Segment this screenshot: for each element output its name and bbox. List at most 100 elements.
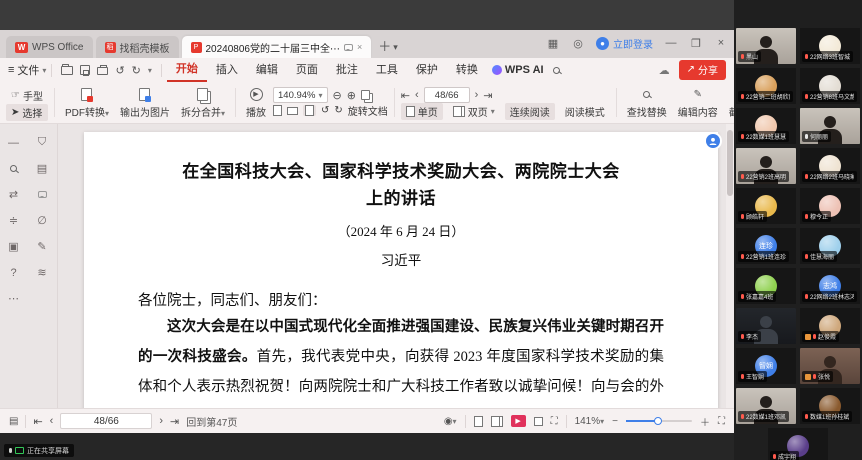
menu-tab-保护[interactable]: 保护 bbox=[407, 60, 447, 81]
fit-width-icon[interactable] bbox=[287, 107, 298, 115]
search-icon[interactable] bbox=[10, 165, 17, 172]
participant-tile[interactable]: 22营销二班胡欣雨 bbox=[736, 68, 796, 104]
participant-tile[interactable]: 佳慧海丽 bbox=[800, 228, 860, 264]
single-page-button[interactable]: 单页 bbox=[401, 103, 443, 120]
participant-tile[interactable]: 数媒1班孙桂斌 bbox=[800, 388, 860, 424]
participant-tile[interactable]: 22营销2班高明 bbox=[736, 148, 796, 184]
prev-page-icon[interactable]: ‹ bbox=[415, 89, 419, 101]
fit-page-view-icon[interactable] bbox=[534, 417, 543, 426]
screenshot-compare-button[interactable]: 截图对比 bbox=[725, 84, 734, 121]
tab-wps-office[interactable]: W WPS Office bbox=[6, 36, 93, 58]
split-merge-button[interactable]: 拆分合并▾ bbox=[177, 84, 229, 121]
restore-button[interactable]: ❐ bbox=[689, 37, 703, 50]
comment-icon[interactable] bbox=[344, 44, 353, 51]
page-number-input[interactable]: 48/66 bbox=[424, 87, 470, 103]
prev-page-icon[interactable]: ‹ bbox=[50, 415, 54, 427]
fullscreen-icon[interactable]: ⛶ bbox=[718, 416, 725, 427]
last-page-icon[interactable]: ⇥ bbox=[170, 415, 179, 428]
save-icon[interactable] bbox=[80, 65, 90, 75]
undo-icon[interactable]: ↺ bbox=[115, 64, 124, 77]
more-icon[interactable]: ⋯ bbox=[8, 292, 19, 305]
actual-size-button[interactable] bbox=[303, 105, 316, 116]
zoom-out-icon[interactable]: ⊖ bbox=[333, 89, 342, 102]
zoom-in-icon[interactable]: ⊕ bbox=[347, 89, 356, 102]
edit-content-button[interactable]: ✎编辑内容 bbox=[674, 84, 722, 121]
participant-tile[interactable]: 成宇翔 bbox=[768, 428, 828, 460]
open-icon[interactable] bbox=[61, 66, 73, 75]
find-replace-button[interactable]: 查找替换 bbox=[623, 84, 671, 121]
redo-icon[interactable]: ↻ bbox=[132, 64, 141, 77]
menu-wps-ai[interactable]: WPS AI bbox=[492, 64, 544, 76]
minimize-button[interactable]: — bbox=[664, 37, 678, 49]
pdf-convert-button[interactable]: PDF转换▾ bbox=[61, 84, 113, 121]
file-menu[interactable]: ≡ 文件 ▾ bbox=[8, 62, 46, 78]
zoom-slider-knob[interactable] bbox=[654, 417, 662, 425]
layout-icon[interactable]: ▦ bbox=[546, 37, 560, 50]
screen-share-indicator[interactable]: 正在共享屏幕 bbox=[4, 444, 74, 457]
settings-sliders-icon[interactable]: ≑ bbox=[9, 214, 18, 227]
image-icon[interactable]: ▤ bbox=[37, 162, 47, 175]
participant-tile[interactable]: 智娴王智娴 bbox=[736, 348, 796, 384]
collaborator-presence-badge[interactable] bbox=[706, 134, 720, 148]
double-page-button[interactable]: 双页▾ bbox=[448, 103, 500, 120]
single-page-view-icon[interactable] bbox=[474, 416, 483, 427]
sidebar-toggle-icon[interactable]: ▤ bbox=[9, 416, 18, 427]
scrollbar-thumb[interactable] bbox=[727, 130, 733, 196]
participant-tile[interactable]: 连珍22营销1班连珍 bbox=[736, 228, 796, 264]
read-layout-icon[interactable]: ▣ bbox=[8, 240, 18, 253]
tab-document[interactable]: P 20240806党的二十届三中全⋯ × bbox=[182, 36, 372, 58]
login-button[interactable]: ● 立即登录 bbox=[596, 36, 653, 51]
layers-icon[interactable]: ≋ bbox=[37, 266, 46, 279]
last-page-icon[interactable]: ⇥ bbox=[483, 89, 492, 102]
new-tab-button[interactable]: ＋ bbox=[378, 36, 391, 55]
participant-tile[interactable]: 22数媒1班慧慧 bbox=[736, 108, 796, 144]
continuous-read-button[interactable]: 连续阅读 bbox=[505, 103, 555, 120]
participant-tile[interactable]: 穆今正 bbox=[800, 188, 860, 224]
bookmark-icon[interactable]: ⛉ bbox=[38, 136, 46, 149]
participant-tile[interactable]: 李杰 bbox=[736, 308, 796, 344]
close-button[interactable]: × bbox=[714, 37, 728, 49]
back-to-page-link[interactable]: 回到第47页 bbox=[186, 414, 237, 429]
next-page-icon[interactable]: › bbox=[475, 89, 479, 101]
zoom-dropdown[interactable]: 140.94%▾ bbox=[273, 87, 328, 103]
first-page-icon[interactable]: ⇤ bbox=[33, 415, 42, 428]
rotate-doc-label[interactable]: 旋转文档 bbox=[348, 103, 388, 118]
view-eye-icon[interactable]: ◉▾ bbox=[444, 416, 457, 427]
document-page[interactable]: 在全国科技大会、国家科学技术奖励大会、两院院士大会 上的讲话 （2024 年 6… bbox=[84, 132, 718, 408]
fullwidth-icon[interactable]: ⛶ bbox=[551, 416, 558, 427]
menu-tab-编辑[interactable]: 编辑 bbox=[247, 60, 287, 81]
participant-tile[interactable]: 22网络2班马晓琳 bbox=[800, 148, 860, 184]
read-mode-button[interactable]: 阅读模式 bbox=[560, 103, 610, 120]
participant-tile[interactable]: 黑山 bbox=[736, 28, 796, 64]
share-button[interactable]: ↗ 分享 bbox=[679, 60, 726, 80]
participant-tile[interactable]: 22营销8班马文静 bbox=[800, 68, 860, 104]
print-icon[interactable] bbox=[97, 67, 108, 75]
menu-tab-页面[interactable]: 页面 bbox=[287, 60, 327, 81]
participant-tile[interactable]: 顾皓轩 bbox=[736, 188, 796, 224]
cloud-sync-icon[interactable]: ☁ bbox=[659, 64, 670, 77]
search-icon[interactable] bbox=[553, 67, 560, 74]
zoom-in-button[interactable]: ＋ bbox=[700, 414, 710, 429]
menu-tab-开始[interactable]: 开始 bbox=[167, 59, 207, 82]
close-tab-icon[interactable]: × bbox=[357, 42, 362, 52]
participant-tile[interactable]: 22网络3班智城 bbox=[800, 28, 860, 64]
rotate-left-icon[interactable]: ↺ bbox=[321, 105, 329, 116]
menu-tab-插入[interactable]: 插入 bbox=[207, 60, 247, 81]
globe-icon[interactable]: ◎ bbox=[571, 37, 585, 50]
page-number-input[interactable]: 48/66 bbox=[60, 413, 152, 429]
attachment-icon[interactable]: ∅ bbox=[37, 214, 47, 227]
tab-list-caret-icon[interactable]: ▾ bbox=[393, 42, 398, 53]
participant-tile[interactable]: 赵俊霞 bbox=[800, 308, 860, 344]
rotate-right-icon[interactable]: ↻ bbox=[334, 105, 342, 116]
participant-tile[interactable]: 何丽丽 bbox=[800, 108, 860, 144]
menu-tab-转换[interactable]: 转换 bbox=[447, 60, 487, 81]
fit-page-icon[interactable] bbox=[273, 105, 282, 116]
translate-icon[interactable]: ⇄ bbox=[9, 188, 18, 201]
participant-tile[interactable]: 张嘉嘉4班 bbox=[736, 268, 796, 304]
export-image-button[interactable]: 输出为图片 bbox=[116, 84, 174, 121]
first-page-icon[interactable]: ⇤ bbox=[401, 89, 410, 102]
zoom-out-button[interactable]: − bbox=[612, 416, 618, 427]
collapse-icon[interactable]: — bbox=[8, 136, 19, 149]
menu-tab-批注[interactable]: 批注 bbox=[327, 60, 367, 81]
next-page-icon[interactable]: › bbox=[159, 415, 163, 427]
